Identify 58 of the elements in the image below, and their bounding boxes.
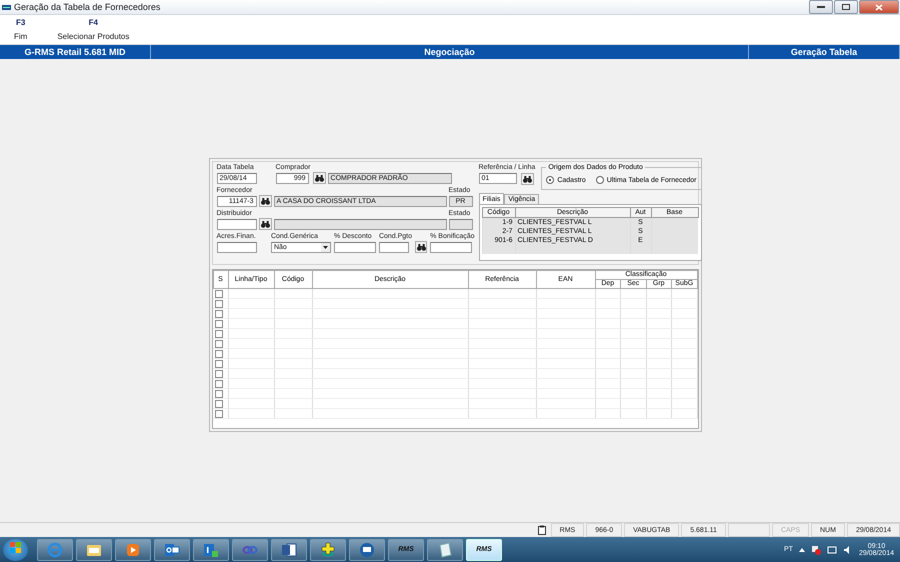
maximize-icon xyxy=(842,4,850,10)
input-field[interactable] xyxy=(334,242,376,253)
header-text: Negociação xyxy=(151,45,749,59)
search-button[interactable] xyxy=(520,173,534,185)
window-title: Geração da Tabela de Fornecedores xyxy=(14,2,162,12)
checkbox[interactable] xyxy=(215,400,223,408)
checkbox[interactable] xyxy=(215,320,223,328)
close-button[interactable] xyxy=(859,0,899,14)
code-field[interactable] xyxy=(216,219,256,230)
checkbox[interactable] xyxy=(215,300,223,308)
taskbar-button[interactable] xyxy=(271,538,307,560)
checkbox[interactable] xyxy=(215,410,223,418)
checkbox[interactable] xyxy=(215,350,223,358)
app-icon xyxy=(2,4,11,10)
maximize-button[interactable] xyxy=(834,0,858,14)
input-field[interactable] xyxy=(216,242,256,253)
taskbar-button[interactable] xyxy=(76,538,112,560)
checkbox[interactable] xyxy=(215,380,223,388)
header-text: Geração Tabela xyxy=(749,45,900,59)
media-player-icon xyxy=(125,542,141,558)
taskbar-button[interactable] xyxy=(115,538,151,560)
state-field xyxy=(448,219,472,230)
start-button[interactable] xyxy=(3,538,28,560)
checkbox[interactable] xyxy=(215,310,223,318)
close-icon xyxy=(875,4,883,10)
checkbox[interactable] xyxy=(215,340,223,348)
checkbox[interactable] xyxy=(215,390,223,398)
dropdown-arrow-icon xyxy=(320,243,330,252)
minimize-button[interactable] xyxy=(809,0,833,14)
search-button[interactable] xyxy=(258,218,272,230)
taskbar-button[interactable] xyxy=(193,538,229,560)
taskbar-button[interactable] xyxy=(154,538,190,560)
minimize-icon xyxy=(817,6,825,8)
taskbar-button[interactable] xyxy=(427,538,463,560)
toolbar-button[interactable]: F4 Selecionar Produtos xyxy=(57,15,130,44)
header-text: G-RMS Retail 5.681 MID xyxy=(0,45,151,59)
clipboard-icon xyxy=(538,525,546,535)
input-field[interactable] xyxy=(430,242,472,253)
checkbox[interactable] xyxy=(215,360,223,368)
checkbox[interactable] xyxy=(215,330,223,338)
search-button[interactable] xyxy=(415,241,428,253)
binoculars-icon xyxy=(522,176,532,182)
binoculars-icon xyxy=(260,198,270,204)
search-button[interactable] xyxy=(312,172,326,184)
search-button[interactable] xyxy=(258,195,272,207)
taskbar-button[interactable] xyxy=(310,538,346,560)
checkbox[interactable] xyxy=(215,290,223,298)
input-field[interactable] xyxy=(378,242,409,253)
caret-up-icon[interactable] xyxy=(798,548,805,552)
windows-logo-icon xyxy=(10,542,22,554)
binoculars-icon xyxy=(314,174,324,182)
database-plus-icon xyxy=(320,542,336,558)
toolbar-button[interactable]: F3 Fim xyxy=(14,15,28,44)
binoculars-icon xyxy=(416,244,426,250)
taskbar-button[interactable] xyxy=(349,538,385,560)
notepad-icon xyxy=(437,542,453,558)
checkbox[interactable] xyxy=(215,370,223,378)
binoculars-icon xyxy=(260,220,270,228)
